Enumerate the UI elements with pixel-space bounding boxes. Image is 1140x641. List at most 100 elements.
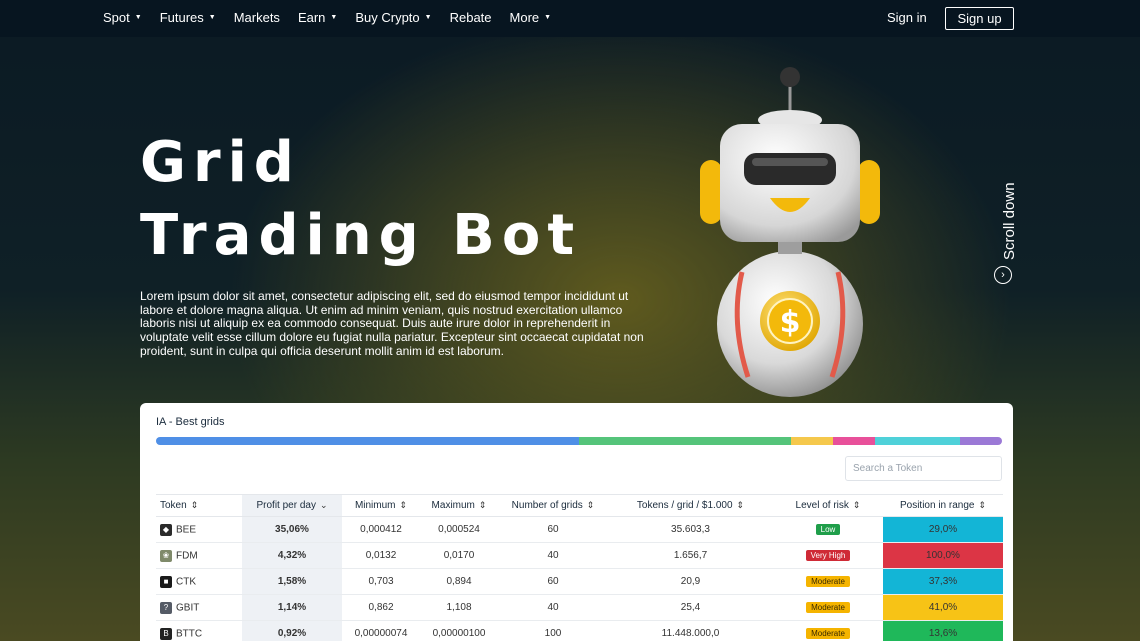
nav-item-more[interactable]: More ▼ xyxy=(510,10,552,25)
profit-cell: 1,58% xyxy=(242,568,342,595)
table-row[interactable]: ■ CTK 1,58% 0,703 0,894 60 20,9 Moderate 37,3% xyxy=(156,568,1003,595)
robot-illustration: $ xyxy=(700,67,880,397)
sort-icon[interactable]: ⇕ xyxy=(853,500,861,510)
column-header[interactable]: Maximum ⇕ xyxy=(420,494,498,517)
position-cell: 100,0% xyxy=(883,542,1003,569)
column-header-label: Tokens / grid / $1.000 xyxy=(636,500,733,511)
distribution-segment xyxy=(875,437,960,445)
grids-cell: 40 xyxy=(498,542,608,569)
caret-down-icon: ▼ xyxy=(330,14,338,21)
table-row[interactable]: ? GBIT 1,14% 0,862 1,108 40 25,4 Moderate 41,0% xyxy=(156,594,1003,621)
risk-badge: Moderate xyxy=(806,602,850,613)
table-body: ◆ BEE 35,06% 0,000412 0,000524 60 35.603,3 Low 2… xyxy=(156,516,1003,641)
column-header[interactable]: Minimum ⇕ xyxy=(342,494,420,517)
sort-icon[interactable]: ⇕ xyxy=(737,500,745,510)
column-header[interactable]: Tokens / grid / $1.000 ⇕ xyxy=(608,494,773,517)
hero-description: Lorem ipsum dolor sit amet, consectetur … xyxy=(140,289,644,358)
nav-item-earn[interactable]: Earn ▼ xyxy=(298,10,337,25)
tokens-cell: 20,9 xyxy=(608,568,773,595)
token-icon: ◆ xyxy=(160,523,172,536)
nav-item-label: Rebate xyxy=(449,10,492,25)
sort-icon[interactable]: ⇕ xyxy=(400,500,408,510)
sort-icon[interactable]: ⇕ xyxy=(479,500,487,510)
nav-item-spot[interactable]: Spot ▼ xyxy=(103,10,142,25)
position-cell: 29,0% xyxy=(883,516,1003,543)
card-title: IA - Best grids xyxy=(156,416,225,428)
token-cell: ❀ FDM xyxy=(156,542,242,569)
nav-item-label: More xyxy=(509,10,540,25)
sort-icon[interactable]: ⇕ xyxy=(587,500,595,510)
token-cell: ◆ BEE xyxy=(156,516,242,543)
sign-up-button[interactable]: Sign up xyxy=(945,7,1014,30)
maximum-cell: 0,00000100 xyxy=(420,620,498,641)
distribution-segment xyxy=(790,437,833,445)
risk-cell: Low xyxy=(773,516,883,543)
profit-cell: 4,32% xyxy=(242,542,342,569)
token-cell: ? GBIT xyxy=(156,594,242,621)
sort-icon[interactable]: ⌄ xyxy=(320,500,328,510)
top-nav: Spot ▼ Futures ▼ Markets Earn ▼ Buy Crypto ▼ Reba… xyxy=(0,0,1140,37)
column-header-label: Profit per day xyxy=(256,500,316,511)
sign-in-link[interactable]: Sign in xyxy=(887,10,927,25)
column-header-label: Number of grids xyxy=(511,500,583,511)
column-header[interactable]: Number of grids ⇕ xyxy=(498,494,608,517)
caret-down-icon: ▼ xyxy=(424,14,432,21)
nav-item-buy-crypto[interactable]: Buy Crypto ▼ xyxy=(355,10,431,25)
distribution-segment xyxy=(959,437,1002,445)
column-header[interactable]: Level of risk ⇕ xyxy=(773,494,883,517)
minimum-cell: 0,0132 xyxy=(342,542,420,569)
sort-icon[interactable]: ⇕ xyxy=(978,500,986,510)
nav-item-label: Spot xyxy=(103,10,130,25)
minimum-cell: 0,00000074 xyxy=(342,620,420,641)
caret-down-icon: ▼ xyxy=(208,14,216,21)
risk-badge: Moderate xyxy=(806,628,850,639)
column-header-label: Maximum xyxy=(431,500,475,511)
position-cell: 37,3% xyxy=(883,568,1003,595)
tokens-cell: 11.448.000,0 xyxy=(608,620,773,641)
nav-item-futures[interactable]: Futures ▼ xyxy=(160,10,216,25)
chevron-right-icon[interactable]: › xyxy=(994,266,1012,284)
minimum-cell: 0,000412 xyxy=(342,516,420,543)
risk-badge: Moderate xyxy=(806,576,850,587)
nav-item-markets[interactable]: Markets xyxy=(234,10,280,25)
token-icon: ? xyxy=(160,601,172,614)
table-row[interactable]: ◆ BEE 35,06% 0,000412 0,000524 60 35.603,3 Low 2… xyxy=(156,516,1003,543)
token-cell: ■ CTK xyxy=(156,568,242,595)
token-icon: ❀ xyxy=(160,549,172,562)
best-grids-table: Token ⇕ Profit per day ⌄ Minimum ⇕ Maximum ⇕ Num… xyxy=(156,494,1003,641)
svg-text:$: $ xyxy=(780,305,801,340)
tokens-cell: 25,4 xyxy=(608,594,773,621)
hero-title-line-2: Trading Bot xyxy=(140,203,582,268)
table-header-row: Token ⇕ Profit per day ⌄ Minimum ⇕ Maximum ⇕ Num… xyxy=(156,494,1003,517)
table-row[interactable]: ❀ FDM 4,32% 0,0132 0,0170 40 1.656,7 Very High 1… xyxy=(156,542,1003,569)
token-name: FDM xyxy=(176,550,198,562)
column-header[interactable]: Position in range ⇕ xyxy=(883,494,1003,517)
search-token-input[interactable]: Search a Token xyxy=(845,456,1002,481)
sort-icon[interactable]: ⇕ xyxy=(191,500,199,510)
best-grids-card: IA - Best grids Search a Token Token ⇕ Pro… xyxy=(140,403,1013,641)
risk-cell: Moderate xyxy=(773,594,883,621)
hero-title-line-1: Grid xyxy=(140,130,301,195)
token-icon: ■ xyxy=(160,575,172,588)
table-row[interactable]: B BTTC 0,92% 0,00000074 0,00000100 100 11.448.… xyxy=(156,620,1003,641)
tokens-cell: 35.603,3 xyxy=(608,516,773,543)
risk-cell: Very High xyxy=(773,542,883,569)
maximum-cell: 0,0170 xyxy=(420,542,498,569)
distribution-segment xyxy=(156,437,579,445)
token-icon: B xyxy=(160,627,172,640)
column-header-label: Minimum xyxy=(354,500,396,511)
scroll-down-label[interactable]: Scroll down xyxy=(1001,182,1018,260)
grids-cell: 40 xyxy=(498,594,608,621)
profit-cell: 1,14% xyxy=(242,594,342,621)
profit-cell: 0,92% xyxy=(242,620,342,641)
column-header[interactable]: Profit per day ⌄ xyxy=(242,494,342,517)
grids-cell: 60 xyxy=(498,516,608,543)
column-header[interactable]: Token ⇕ xyxy=(156,494,242,517)
risk-cell: Moderate xyxy=(773,620,883,641)
token-name: BTTC xyxy=(176,628,203,640)
token-cell: B BTTC xyxy=(156,620,242,641)
caret-down-icon: ▼ xyxy=(544,14,552,21)
token-name: CTK xyxy=(176,576,196,588)
nav-item-rebate[interactable]: Rebate xyxy=(450,10,492,25)
hero-title: Grid Trading Bot xyxy=(140,126,581,272)
